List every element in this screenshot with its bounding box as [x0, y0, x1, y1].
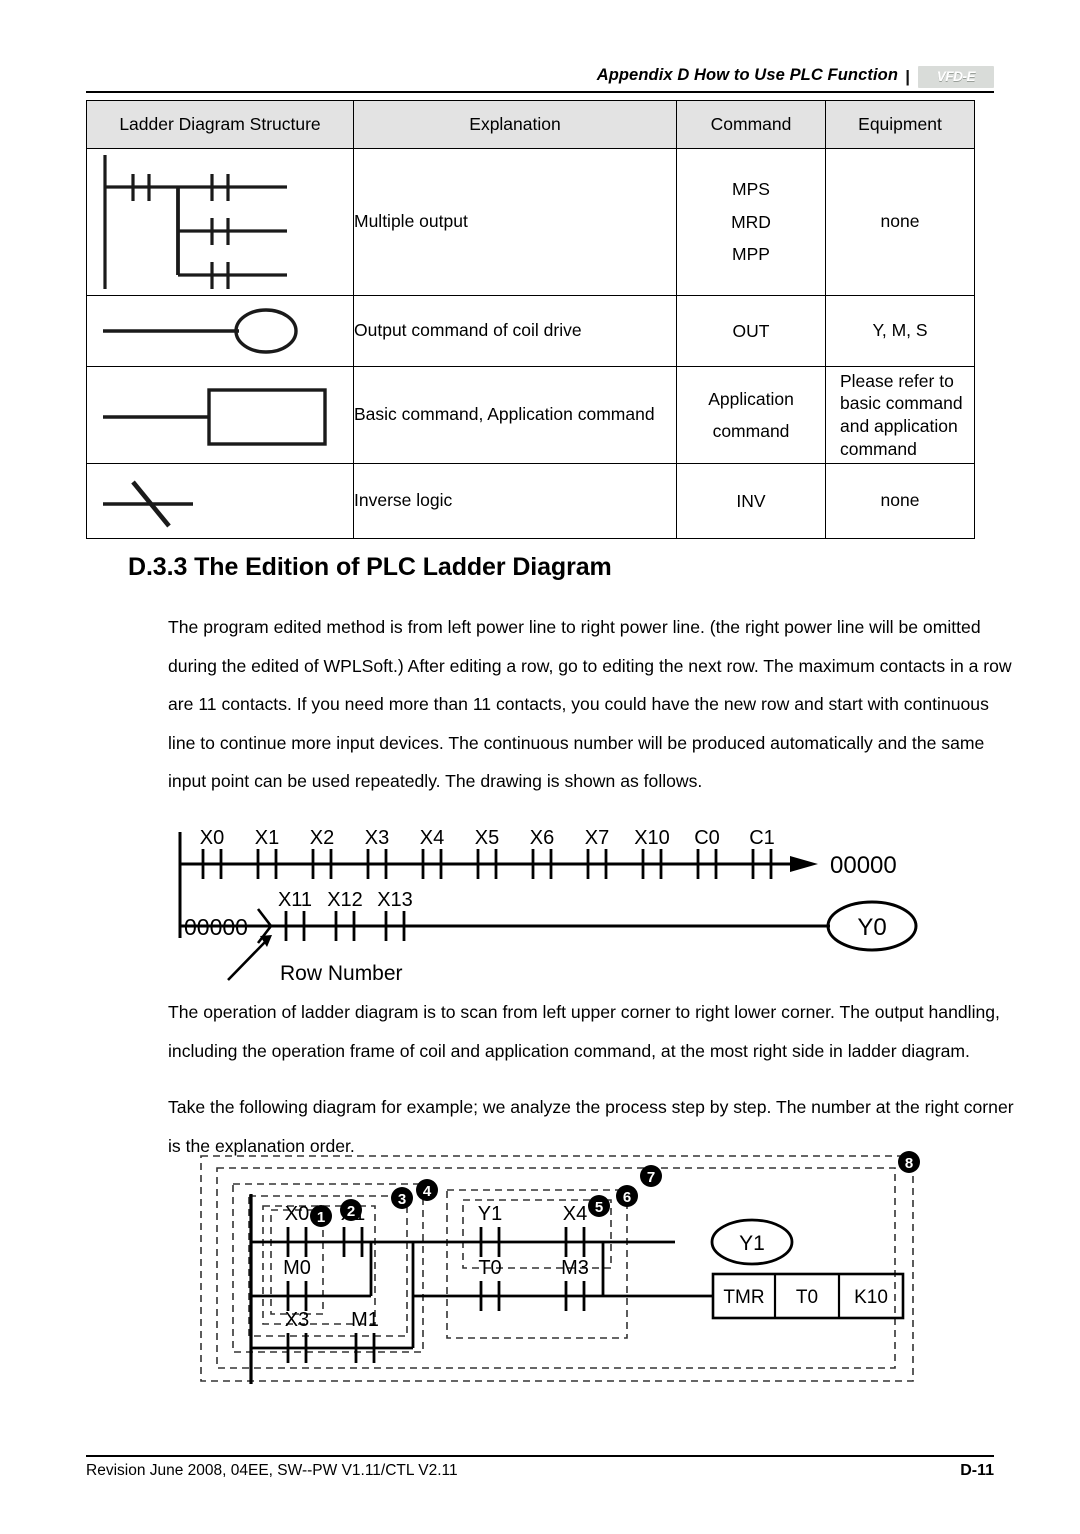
contact-label-X3: X3 — [285, 1309, 309, 1331]
contact-label-M3: M3 — [561, 1257, 589, 1279]
table-row: Inverse logic INV none — [86, 463, 975, 539]
contact-label-Y1: Y1 — [478, 1203, 502, 1225]
contact-label-X0: X0 — [285, 1203, 309, 1225]
command-instruction-box: Application command — [676, 366, 826, 464]
contact-label-X11: X11 — [278, 889, 312, 911]
callout-number-6: 6 — [623, 1189, 631, 1206]
command-line: MRD — [731, 211, 771, 232]
multiple-output-branch-icon — [87, 149, 353, 295]
callout-number-1: 1 — [317, 1209, 325, 1226]
command-line: MPP — [732, 244, 770, 265]
ladder-diagram-analysis: Y1 TMR T0 K10 X0M0X1X3M1Y1X4T0M3 1234567… — [195, 1148, 925, 1388]
svg-text:Y0: Y0 — [857, 914, 886, 941]
table-row: Basic command, Application command Appli… — [86, 366, 975, 464]
svg-text:Y1: Y1 — [739, 1232, 765, 1255]
footer-page-number: D-11 — [960, 1462, 994, 1479]
callout-number-8: 8 — [905, 1155, 913, 1172]
page-header: Appendix D How to Use PLC Function | VFD… — [86, 66, 994, 100]
application-instruction-box-icon — [87, 367, 353, 463]
contact-label-X4: X4 — [563, 1203, 587, 1225]
symbol-cell-inverse-logic — [86, 463, 354, 539]
explanation-instruction-box: Basic command, Application command — [353, 366, 677, 464]
paragraph-scan-order: The operation of ladder diagram is to sc… — [168, 1002, 1000, 1061]
svg-text:TMR: TMR — [723, 1287, 764, 1308]
contact-label-X13: X13 — [377, 889, 413, 911]
footer-divider — [86, 1455, 994, 1457]
ladder-diagram-row-number: X0 X1 X2 X3 X4 X5 X6 X7 X10 C0 C1 00000 X11 X12 X13 … — [170, 808, 970, 983]
contact-label-X2: X2 — [310, 827, 334, 849]
callout-number-3: 3 — [398, 1191, 406, 1208]
symbol-cell-output-coil — [86, 295, 354, 367]
symbol-cell-multiple-output — [86, 148, 354, 296]
svg-text:00000: 00000 — [830, 852, 897, 879]
column-header-equipment: Equipment — [825, 100, 975, 149]
svg-text:Row Number: Row Number — [280, 962, 403, 983]
section-heading: D.3.3 The Edition of PLC Ladder Diagram — [128, 553, 612, 581]
contact-label-X10: X10 — [634, 827, 670, 849]
svg-text:00000: 00000 — [184, 914, 248, 940]
column-header-command: Command — [676, 100, 826, 149]
column-header-explanation: Explanation — [353, 100, 677, 149]
svg-text:K10: K10 — [854, 1287, 888, 1308]
explanation-inverse-logic: Inverse logic — [353, 463, 677, 539]
contact-label-X4: X4 — [420, 827, 444, 849]
contact-label-X1: X1 — [255, 827, 279, 849]
header-title: Appendix D How to Use PLC Function — [596, 66, 898, 84]
callout-number-5: 5 — [595, 1199, 603, 1216]
equipment-inverse-logic: none — [825, 463, 975, 539]
table-row: Multiple output MPS MRD MPP none — [86, 148, 975, 296]
command-output-coil: OUT — [676, 295, 826, 367]
instruction-box-tmr: TMR T0 K10 — [711, 1272, 905, 1320]
ladder-symbol-table: Ladder Diagram Structure Explanation Com… — [86, 100, 975, 539]
contact-label-X5: X5 — [475, 827, 499, 849]
contact-label-X12: X12 — [327, 889, 363, 911]
command-inverse-logic: INV — [676, 463, 826, 539]
equipment-instruction-box: Please refer to basic command and applic… — [825, 366, 975, 464]
callout-number-7: 7 — [647, 1169, 655, 1186]
svg-text:T0: T0 — [796, 1287, 818, 1308]
contact-label-C1: C1 — [749, 827, 775, 849]
table-row: Output command of coil drive OUT Y, M, S — [86, 295, 975, 367]
contact-label-C0: C0 — [694, 827, 720, 849]
inverse-logic-slash-icon — [87, 464, 353, 538]
contact-label-T0: T0 — [478, 1257, 501, 1279]
explanation-multiple-output: Multiple output — [353, 148, 677, 296]
contact-label-M1: M1 — [351, 1309, 379, 1331]
output-coil-icon — [87, 296, 353, 366]
contact-label-M0: M0 — [283, 1257, 311, 1279]
explanation-output-coil: Output command of coil drive — [353, 295, 677, 367]
header-separator: | — [905, 67, 910, 86]
equipment-multiple-output: none — [825, 148, 975, 296]
contact-label-X6: X6 — [530, 827, 554, 849]
callout-number-2: 2 — [347, 1203, 355, 1220]
symbol-cell-instruction-box — [86, 366, 354, 464]
table-header-row: Ladder Diagram Structure Explanation Com… — [86, 100, 975, 149]
paragraph-edition-intro: The program edited method is from left p… — [168, 617, 1012, 791]
vfd-e-logo: VFD-E — [918, 66, 994, 88]
command-multiple-output: MPS MRD MPP — [676, 148, 826, 296]
contact-label-X3: X3 — [365, 827, 389, 849]
column-header-structure: Ladder Diagram Structure — [86, 100, 354, 149]
command-line: MPS — [732, 179, 770, 200]
header-divider — [86, 91, 994, 93]
equipment-output-coil: Y, M, S — [825, 295, 975, 367]
contact-label-X0: X0 — [200, 827, 224, 849]
contact-label-X7: X7 — [585, 827, 609, 849]
callout-number-4: 4 — [423, 1183, 432, 1200]
